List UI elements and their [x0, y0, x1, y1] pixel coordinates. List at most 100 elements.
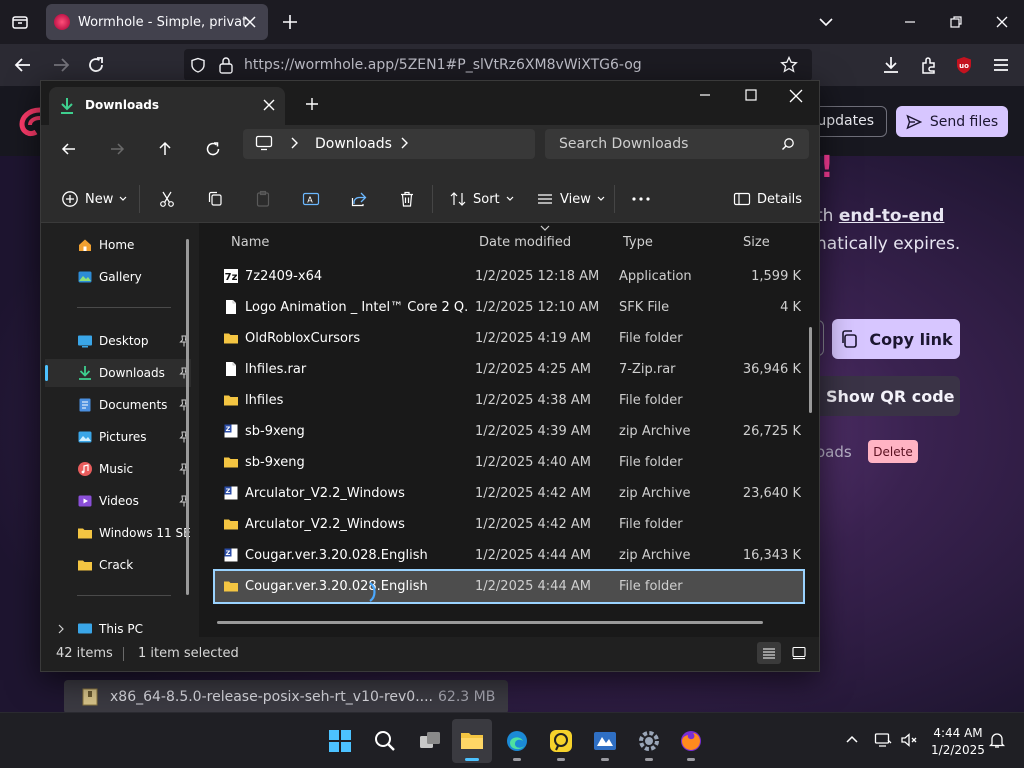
- nav-item-this-pc[interactable]: This PC: [45, 615, 191, 637]
- chevron-right-icon[interactable]: [57, 624, 65, 634]
- tab-close-icon[interactable]: [240, 12, 260, 32]
- rename-button[interactable]: A: [302, 187, 320, 211]
- clock-time[interactable]: 4:44 AM: [930, 726, 986, 740]
- downloads-arrow-icon[interactable]: [880, 54, 902, 76]
- refresh-icon[interactable]: [204, 140, 222, 158]
- monitor-icon[interactable]: [255, 135, 273, 151]
- search-input[interactable]: [545, 129, 809, 159]
- file-list-horizontal-scrollbar[interactable]: [217, 621, 763, 624]
- url-bar[interactable]: https://wormhole.app/5ZEN1#P_slVtRz6XM8v…: [184, 49, 812, 81]
- nav-item-desktop[interactable]: Desktop: [45, 327, 191, 355]
- column-header-date[interactable]: Date modified: [479, 235, 571, 250]
- close-icon[interactable]: [992, 12, 1012, 32]
- file-row[interactable]: Arculator_V2.2_Windows 1/2/2025 4:42 AM Fi…: [215, 509, 803, 540]
- taskbar-app-yellow[interactable]: [541, 719, 581, 763]
- view-button[interactable]: View: [536, 187, 605, 211]
- explorer-tab-downloads[interactable]: Downloads: [49, 87, 285, 125]
- chevron-right-icon[interactable]: [399, 136, 409, 150]
- menu-hamburger-icon[interactable]: [990, 54, 1012, 76]
- file-row[interactable]: Logo Animation _ Intel™ Core 2 Q... 1/2/2…: [215, 292, 803, 323]
- nav-item-pictures[interactable]: Pictures: [45, 423, 191, 451]
- browser-tab-wormhole[interactable]: Wormhole - Simple, private file sharing: [46, 4, 268, 40]
- minimize-icon[interactable]: [697, 87, 713, 103]
- back-arrow-icon[interactable]: [60, 140, 78, 158]
- close-icon[interactable]: [261, 97, 277, 113]
- large-icons-view-icon[interactable]: [791, 645, 807, 661]
- forward-arrow-icon[interactable]: [108, 140, 126, 158]
- nav-item-home[interactable]: Home: [45, 231, 191, 259]
- url-text[interactable]: https://wormhole.app/5ZEN1#P_slVtRz6XM8v…: [244, 57, 642, 73]
- new-tab-icon[interactable]: [280, 12, 300, 32]
- delete-button[interactable]: Delete: [868, 440, 918, 463]
- taskbar-task-view[interactable]: [410, 719, 450, 763]
- nav-item-crack[interactable]: Crack: [45, 551, 191, 579]
- extensions-icon[interactable]: [918, 54, 940, 76]
- more-options-button[interactable]: [631, 187, 651, 211]
- column-header-size[interactable]: Size: [743, 235, 770, 250]
- send-files-button[interactable]: Send files: [896, 106, 1008, 137]
- download-item[interactable]: x86_64-8.5.0-release-posix-seh-rt_v10-re…: [64, 680, 508, 712]
- chevron-down-icon[interactable]: [816, 12, 836, 32]
- show-qr-code-button[interactable]: Show QR code: [812, 376, 960, 416]
- chevron-up-icon[interactable]: [843, 731, 861, 749]
- file-row[interactable]: Zsb-9xeng 1/2/2025 4:39 AM zip Archive 26,7…: [215, 416, 803, 447]
- speaker-muted-icon[interactable]: [900, 731, 918, 749]
- taskbar-firefox[interactable]: [671, 719, 711, 763]
- tab-list-icon[interactable]: [10, 12, 30, 32]
- breadcrumb[interactable]: Downloads: [243, 129, 535, 159]
- breadcrumb-downloads[interactable]: Downloads: [315, 136, 392, 152]
- up-arrow-icon[interactable]: [156, 140, 174, 158]
- file-list-vertical-scrollbar[interactable]: [809, 327, 812, 413]
- column-header-name[interactable]: Name: [231, 235, 269, 250]
- copy-link-button[interactable]: Copy link: [832, 319, 960, 359]
- shield-icon[interactable]: [190, 57, 206, 73]
- minimize-icon[interactable]: [900, 12, 920, 32]
- network-icon[interactable]: [874, 731, 892, 749]
- cut-button[interactable]: [158, 187, 176, 211]
- file-row[interactable]: Cougar.ver.3.20.028.English 1/2/2025 4:44…: [213, 569, 805, 604]
- taskbar-start[interactable]: [320, 719, 360, 763]
- notification-bell-icon[interactable]: [988, 731, 1006, 749]
- search-icon[interactable]: [781, 137, 795, 151]
- nav-item-windows-11-se[interactable]: Windows 11 SE: [45, 519, 191, 547]
- nav-item-downloads[interactable]: Downloads: [45, 359, 191, 387]
- file-row[interactable]: OldRobloxCursors 1/2/2025 4:19 AM File fol…: [215, 323, 803, 354]
- restore-icon[interactable]: [946, 12, 966, 32]
- nav-item-gallery[interactable]: Gallery: [45, 263, 191, 291]
- file-row[interactable]: Z Arculator_V2.2_Windows 1/2/2025 4:42 AM z…: [215, 478, 803, 509]
- taskbar-app-blue[interactable]: [585, 719, 625, 763]
- taskbar-settings[interactable]: [629, 719, 669, 763]
- file-row[interactable]: sb-9xeng 1/2/2025 4:40 AM File folder: [215, 447, 803, 478]
- file-row[interactable]: Z Cougar.ver.3.20.028.English 1/2/2025 4:4…: [215, 540, 803, 571]
- lock-icon[interactable]: [218, 56, 234, 74]
- ublock-origin-icon[interactable]: uo: [953, 54, 975, 76]
- new-tab-icon[interactable]: [304, 96, 320, 112]
- taskbar-edge[interactable]: [497, 719, 537, 763]
- clock-date[interactable]: 1/2/2025: [930, 743, 986, 757]
- bookmark-star-icon[interactable]: [780, 56, 798, 74]
- nav-item-music[interactable]: Music: [45, 455, 191, 483]
- chevron-right-icon[interactable]: [289, 136, 299, 150]
- taskbar-search[interactable]: [365, 719, 405, 763]
- close-icon[interactable]: [787, 87, 805, 105]
- delete-button[interactable]: [398, 187, 416, 211]
- reload-icon[interactable]: [85, 54, 107, 76]
- new-button[interactable]: New: [61, 187, 127, 211]
- paste-button[interactable]: [254, 187, 272, 211]
- nav-item-documents[interactable]: Documents: [45, 391, 191, 419]
- file-row[interactable]: 7z 7z2409-x64 1/2/2025 12:18 AM Application…: [215, 261, 803, 292]
- back-arrow-icon[interactable]: [12, 54, 34, 76]
- file-row[interactable]: lhfiles 1/2/2025 4:38 AM File folder: [215, 385, 803, 416]
- details-pane-button[interactable]: Details: [733, 187, 802, 211]
- nav-scrollbar[interactable]: [186, 239, 189, 595]
- sort-button[interactable]: Sort: [449, 187, 514, 211]
- share-button[interactable]: [350, 187, 368, 211]
- column-header-type[interactable]: Type: [623, 235, 653, 250]
- file-row[interactable]: lhfiles.rar 1/2/2025 4:25 AM 7-Zip.rar 36,9…: [215, 354, 803, 385]
- copy-button[interactable]: [206, 187, 224, 211]
- nav-item-videos[interactable]: Videos: [45, 487, 191, 515]
- maximize-icon[interactable]: [743, 87, 759, 103]
- forward-arrow-icon[interactable]: [50, 54, 72, 76]
- details-view-toggle[interactable]: [757, 642, 781, 664]
- taskbar-file-explorer[interactable]: [452, 719, 492, 763]
